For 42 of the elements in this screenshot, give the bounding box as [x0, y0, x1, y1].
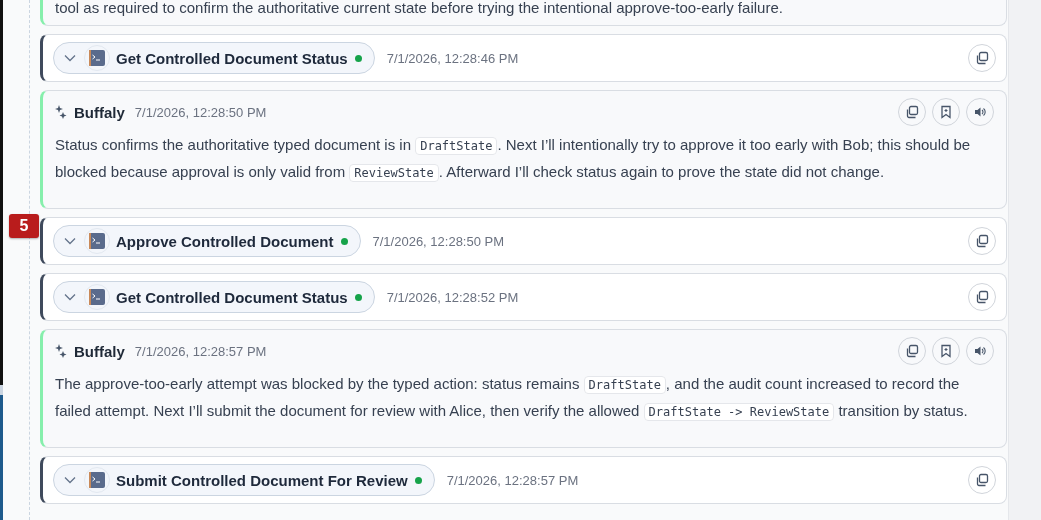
timestamp: 7/1/2026, 12:28:57 PM [134, 343, 267, 359]
terminal-icon [89, 50, 105, 66]
timestamp: 7/1/2026, 12:28:50 PM [372, 233, 505, 249]
bookmark-icon [940, 105, 952, 119]
copy-button[interactable] [968, 283, 996, 311]
tool-call-toggle[interactable]: Submit Controlled Document For Review [53, 464, 435, 496]
tool-call-toggle[interactable]: Get Controlled Document Status [53, 42, 375, 74]
message-text: Status confirms the authoritative typed document is in DraftState . Next I’ll intentionally try to approve it too early with Bob; this should be blocked because approval is only valid from ReviewState . Afterward I’ll check status again to prove the state did not change. [55, 135, 972, 184]
speaker-button[interactable] [966, 337, 994, 365]
speaker-icon [974, 345, 986, 357]
copy-button[interactable] [898, 337, 926, 365]
tool-call-toggle[interactable]: Get Controlled Document Status [53, 281, 375, 313]
tool-call-toggle[interactable]: Approve Controlled Document [53, 225, 361, 257]
bookmark-button[interactable] [932, 98, 960, 126]
step-badge: 5 [9, 214, 39, 238]
copy-button[interactable] [968, 466, 996, 494]
timestamp: 7/1/2026, 12:28:52 PM [386, 289, 519, 305]
copy-icon [905, 105, 919, 119]
speaker-button[interactable] [966, 98, 994, 126]
timestamp: 7/1/2026, 12:28:57 PM [446, 472, 579, 488]
bookmark-icon [940, 344, 952, 358]
sparkle-icon [55, 105, 67, 119]
copy-icon [975, 290, 989, 304]
terminal-icon [89, 289, 105, 305]
copy-button[interactable] [968, 227, 996, 255]
copy-icon [905, 344, 919, 358]
terminal-icon [89, 233, 105, 249]
message-text: The approve-too-early attempt was blocked by the typed action: status remains DraftState , and the audit count increased to record the failed attempt. Next I’ll submit the document for review with Alice, then verify the allowed DraftState -> ReviewState transition by status. [55, 374, 969, 423]
copy-button[interactable] [968, 44, 996, 72]
sparkle-icon [55, 344, 67, 358]
message-text: tool as required to confirm the authoritative current state before trying the intentional approve-too-early failure. [55, 0, 784, 18]
timestamp: 7/1/2026, 12:28:50 PM [134, 104, 267, 120]
terminal-icon [89, 472, 105, 488]
speaker-icon [974, 106, 986, 118]
copy-icon [975, 473, 989, 487]
bookmark-button[interactable] [932, 337, 960, 365]
timestamp: 7/1/2026, 12:28:46 PM [386, 50, 519, 66]
copy-icon [975, 51, 989, 65]
author-name: Buffaly [74, 103, 125, 121]
copy-button[interactable] [898, 98, 926, 126]
copy-icon [975, 234, 989, 248]
author-name: Buffaly [74, 342, 125, 360]
